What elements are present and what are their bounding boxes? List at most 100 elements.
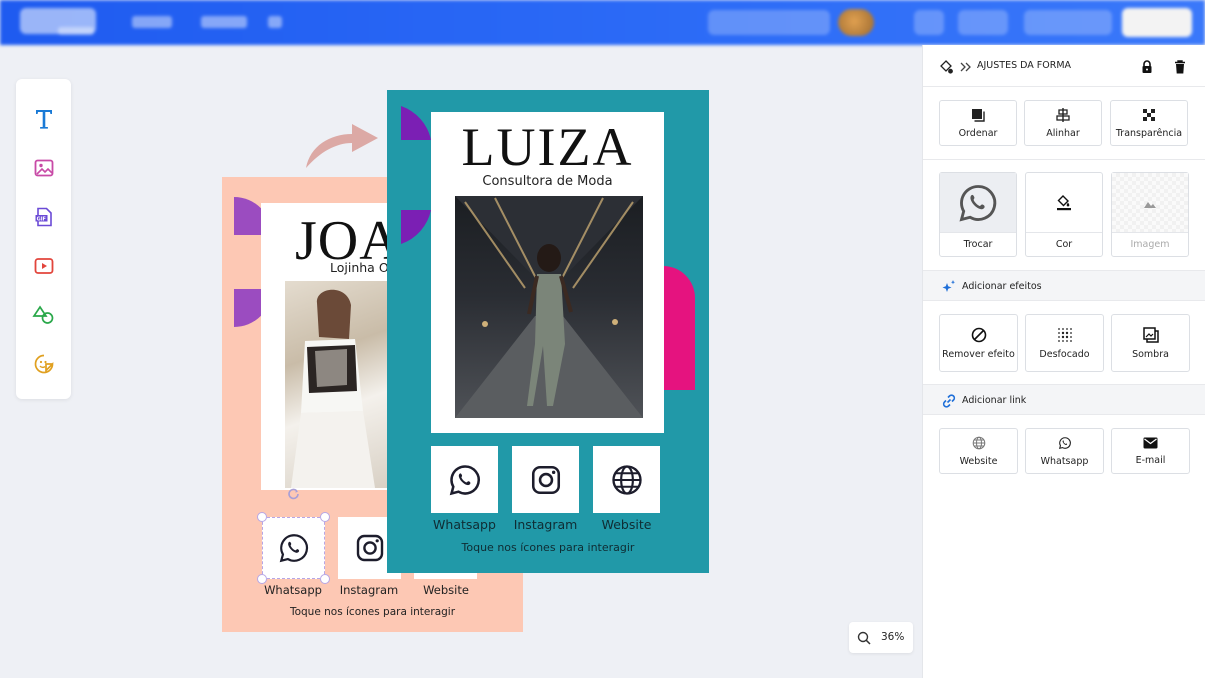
shapes-icon (32, 305, 54, 324)
image-fill-label: Imagem (1112, 232, 1188, 256)
front-card-name: LUIZA (461, 117, 634, 177)
color-preview (1026, 173, 1102, 232)
blur-icon (1057, 327, 1072, 342)
resize-handle-tr[interactable] (320, 512, 330, 522)
paint-bucket-icon (1057, 194, 1071, 210)
effects-title: Adicionar efeitos (962, 281, 1042, 292)
fill-bucket-icon (940, 60, 953, 74)
model-photo-image (455, 196, 643, 418)
back-label-whatsapp: Whatsapp (264, 583, 322, 597)
trash-icon[interactable] (1174, 60, 1186, 74)
zoom-control[interactable]: 36% (849, 622, 913, 653)
front-label-whatsapp: Whatsapp (433, 517, 496, 532)
back-card-photo (285, 281, 392, 488)
video-icon (34, 258, 54, 274)
arrange-button[interactable]: Ordenar (939, 100, 1017, 146)
zoom-icon (857, 631, 871, 645)
nav-item-1[interactable] (132, 16, 172, 28)
topbar-icon-button-3[interactable] (1024, 10, 1112, 35)
image-fill-preview (1112, 173, 1188, 232)
front-footer-text: Toque nos ícones para interagir (461, 541, 635, 554)
effects-section-header: Adicionar efeitos (923, 270, 1205, 301)
front-card-subtitle: Consultora de Moda (482, 174, 613, 189)
front-card-photo (455, 196, 643, 418)
front-whatsapp-box[interactable] (431, 446, 498, 513)
whatsapp-icon (1058, 436, 1071, 449)
divider (923, 159, 1205, 160)
link-whatsapp-button[interactable]: Whatsapp (1025, 428, 1104, 474)
back-card-subtitle: Lojinha O (330, 260, 389, 275)
globe-icon (611, 464, 642, 495)
image-icon (34, 159, 54, 177)
sticker-tool[interactable] (31, 351, 57, 377)
replace-shape-preview (940, 173, 1016, 232)
text-icon (36, 110, 52, 129)
no-effect-icon (971, 327, 986, 342)
shapes-tool[interactable] (31, 302, 57, 328)
front-label-instagram: Instagram (513, 517, 578, 532)
link-website-button[interactable]: Website (939, 428, 1018, 474)
back-label-instagram: Instagram (339, 583, 399, 597)
link-whatsapp-label: Whatsapp (1040, 455, 1089, 467)
lock-icon[interactable] (1141, 60, 1153, 74)
email-icon (1143, 437, 1158, 448)
remove-effect-label: Remover efeito (942, 348, 1015, 360)
shape-settings-panel: AJUSTES DA FORMA Ordenar Alinhar Transpa… (922, 45, 1205, 678)
image-tool[interactable] (31, 155, 57, 181)
arrange-label: Ordenar (958, 127, 998, 139)
front-card[interactable]: LUIZA Consultora de Moda Whatsapp Instag… (387, 90, 709, 573)
link-email-label: E-mail (1135, 454, 1166, 466)
transparency-icon (1143, 108, 1155, 121)
globe-icon (972, 436, 985, 449)
logo-subtext (58, 27, 94, 35)
back-footer-text: Toque nos ícones para interagir (289, 606, 456, 618)
color-tile[interactable]: Cor (1025, 172, 1103, 257)
transparency-button[interactable]: Transparência (1110, 100, 1188, 146)
rotate-handle-icon[interactable] (287, 488, 301, 502)
back-label-website: Website (423, 583, 469, 597)
gif-tool[interactable]: GIF (31, 204, 57, 230)
align-center-icon (1056, 107, 1070, 122)
link-email-button[interactable]: E-mail (1111, 428, 1190, 474)
tool-rail: GIF (16, 79, 71, 399)
topbar-icon-button-2[interactable] (958, 10, 1008, 35)
blur-label: Desfocado (1039, 348, 1090, 360)
avatar[interactable] (838, 9, 874, 36)
instagram-icon (356, 534, 383, 562)
link-section-header: Adicionar link (923, 384, 1205, 415)
top-bar (0, 0, 1205, 45)
resize-handle-tl[interactable] (257, 512, 267, 522)
selection-box (262, 517, 325, 579)
remove-effect-button[interactable]: Remover efeito (939, 314, 1018, 372)
gif-icon: GIF (35, 207, 52, 227)
link-website-label: Website (959, 455, 998, 467)
link-title: Adicionar link (962, 395, 1027, 406)
front-website-box[interactable] (593, 446, 660, 513)
nav-item-2[interactable] (201, 16, 247, 28)
chevron-double-right-icon[interactable] (960, 62, 971, 72)
image-fill-tile[interactable]: Imagem (1111, 172, 1189, 257)
shadow-label: Sombra (1132, 348, 1169, 360)
panel-header: AJUSTES DA FORMA (923, 45, 1205, 87)
text-tool[interactable] (31, 106, 57, 132)
mountain-icon (1144, 201, 1156, 208)
topbar-icon-button-1[interactable] (914, 10, 944, 35)
shadow-icon (1142, 326, 1159, 343)
front-instagram-box[interactable] (512, 446, 579, 513)
zoom-value: 36% (881, 631, 905, 643)
model-photo-image (291, 289, 375, 488)
whatsapp-icon (959, 184, 997, 221)
topbar-pill-button[interactable] (708, 10, 830, 35)
whatsapp-icon (449, 464, 480, 495)
shadow-button[interactable]: Sombra (1111, 314, 1190, 372)
align-button[interactable]: Alinhar (1024, 100, 1102, 146)
curved-arrow-graphic (306, 124, 378, 168)
replace-shape-tile[interactable]: Trocar (939, 172, 1017, 257)
video-tool[interactable] (31, 253, 57, 279)
nav-item-3[interactable] (268, 16, 282, 28)
export-button[interactable] (1122, 8, 1192, 37)
blur-button[interactable]: Desfocado (1025, 314, 1104, 372)
instagram-icon (531, 465, 560, 494)
transparency-label: Transparência (1115, 127, 1183, 139)
replace-shape-label: Trocar (940, 232, 1016, 256)
